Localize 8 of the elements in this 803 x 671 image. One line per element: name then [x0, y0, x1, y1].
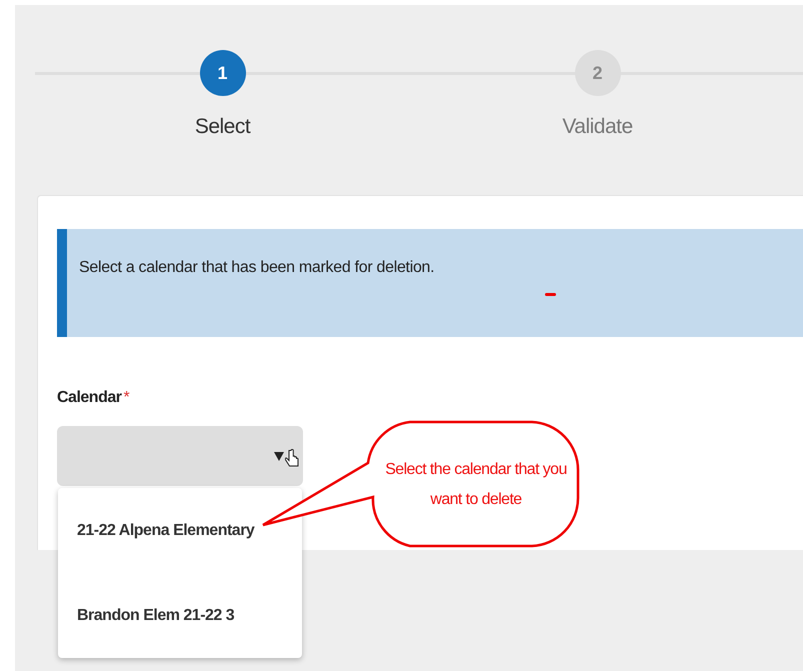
step-label: Validate — [562, 114, 633, 140]
callout-text: Select the calendar that you want to delete — [384, 460, 568, 510]
dropdown-option[interactable]: 21-22 Alpena Elementary — [58, 488, 302, 573]
field-label: Calendar — [57, 388, 122, 408]
dropdown-option[interactable]: Brandon Elem 21-22 3 — [58, 573, 302, 658]
info-text: Select a calendar that has been marked for deletion. — [79, 259, 434, 276]
step-label: Select — [194, 114, 250, 140]
required-mark: * — [123, 388, 130, 408]
